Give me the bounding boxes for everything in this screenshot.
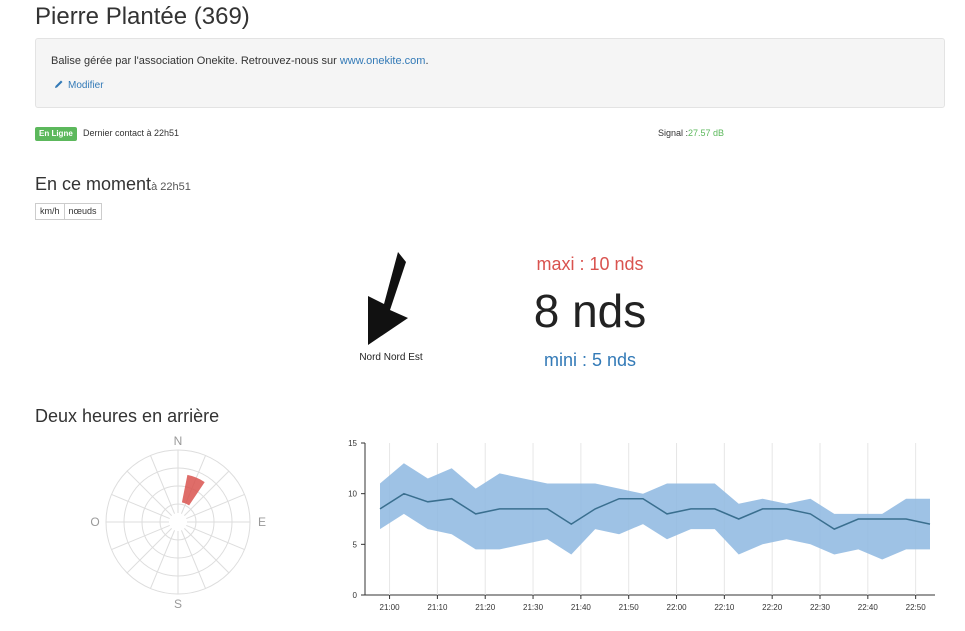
status-badge: En Ligne bbox=[35, 127, 77, 141]
unit-knots-button[interactable]: nœuds bbox=[64, 203, 102, 220]
wind-min: mini : 5 nds bbox=[543, 350, 637, 370]
now-heading: En ce momentà 22h51 bbox=[35, 174, 191, 195]
x-tick-label: 21:20 bbox=[475, 603, 496, 612]
rose-spoke bbox=[111, 493, 170, 520]
x-tick-label: 22:40 bbox=[858, 603, 879, 612]
info-text-before: Balise gérée par l'association Onekite. … bbox=[51, 55, 340, 67]
x-tick-label: 22:30 bbox=[810, 603, 831, 612]
x-tick-label: 22:00 bbox=[667, 603, 688, 612]
wind-chart: 0 5 10 15 21:00 21:10 21:20 21:30 21:40 21:50 22:0… bbox=[348, 439, 935, 612]
wind-rose-sector bbox=[181, 474, 205, 506]
info-panel: Balise gérée par l'association Onekite. … bbox=[35, 38, 945, 108]
y-tick-label: 10 bbox=[348, 490, 357, 499]
unit-toggle: km/h nœuds bbox=[35, 203, 102, 220]
x-tick-label: 21:40 bbox=[571, 603, 592, 612]
series-min-max-band bbox=[380, 463, 930, 560]
unit-kmh-button[interactable]: km/h bbox=[35, 203, 65, 220]
rose-spoke bbox=[111, 524, 170, 551]
rose-spoke bbox=[149, 530, 176, 589]
edit-label: Modifier bbox=[68, 80, 104, 91]
wind-rose: N E S O bbox=[90, 434, 266, 611]
page-title: Pierre Plantée (369) bbox=[35, 3, 250, 30]
info-text-after: . bbox=[425, 55, 429, 67]
wind-current: 8 nds bbox=[533, 285, 647, 337]
last-contact: Dernier contact à 22h51 bbox=[83, 128, 180, 138]
rose-label-s: S bbox=[174, 597, 182, 611]
rose-label-e: E bbox=[258, 515, 266, 529]
wind-direction: Nord Nord Est bbox=[359, 352, 423, 363]
x-tick-label: 22:50 bbox=[906, 603, 927, 612]
pencil-icon bbox=[55, 80, 63, 88]
rose-spoke bbox=[126, 528, 172, 574]
now-time: à 22h51 bbox=[151, 181, 191, 193]
y-tick-label: 15 bbox=[348, 439, 357, 448]
history-heading: Deux heures en arrière bbox=[35, 406, 220, 426]
x-tick-label: 21:50 bbox=[619, 603, 640, 612]
signal-label: Signal : bbox=[658, 128, 689, 138]
rose-spoke bbox=[126, 470, 172, 516]
now-heading-text: En ce moment bbox=[35, 174, 152, 194]
x-tick-label: 22:20 bbox=[762, 603, 783, 612]
wind-max: maxi : 10 nds bbox=[536, 254, 644, 274]
rose-spoke bbox=[149, 455, 176, 514]
edit-link[interactable]: Modifier bbox=[54, 79, 104, 91]
rose-label-n: N bbox=[174, 434, 183, 448]
rose-spoke bbox=[186, 524, 245, 551]
signal-readout: Signal :27.57 dB bbox=[658, 128, 724, 138]
rose-spoke bbox=[184, 528, 230, 574]
x-tick-label: 21:30 bbox=[523, 603, 544, 612]
y-tick-label: 5 bbox=[353, 540, 358, 549]
y-tick-label: 0 bbox=[353, 591, 358, 600]
signal-value: 27.57 dB bbox=[688, 128, 725, 138]
rose-spoke bbox=[186, 493, 245, 520]
website-link[interactable]: www.onekite.com bbox=[340, 55, 426, 67]
x-tick-label: 22:10 bbox=[714, 603, 735, 612]
rose-spoke bbox=[180, 530, 207, 589]
x-tick-label: 21:00 bbox=[380, 603, 401, 612]
wind-arrow-icon bbox=[368, 252, 408, 345]
info-text: Balise gérée par l'association Onekite. … bbox=[51, 55, 429, 67]
x-tick-label: 21:10 bbox=[427, 603, 448, 612]
rose-label-w: O bbox=[90, 515, 99, 529]
